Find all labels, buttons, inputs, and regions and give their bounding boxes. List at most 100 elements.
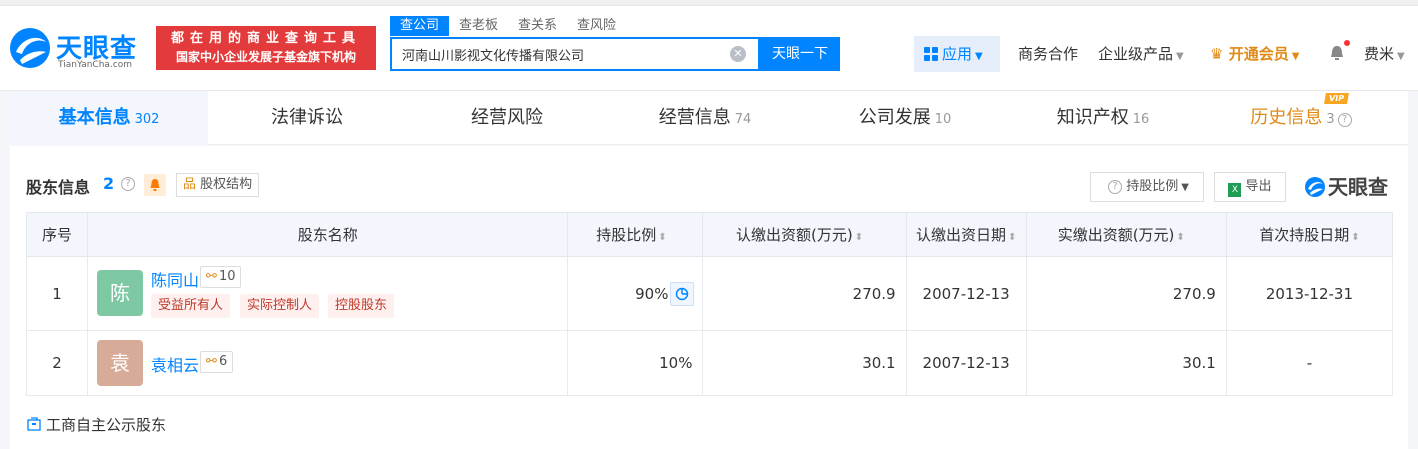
tab-label: 知识产权 bbox=[1056, 107, 1129, 128]
top-strip bbox=[0, 0, 1418, 6]
crown-icon: ♛ bbox=[1210, 45, 1224, 63]
tab-label: 经营风险 bbox=[471, 107, 543, 128]
help-icon[interactable]: ? bbox=[121, 177, 135, 191]
table-header-row: 序号 股东名称 持股比例 ⬍ 认缴出资额(万元) ⬍ 认缴出资日期 ⬍ 实缴出资额(万… bbox=[25, 212, 1394, 257]
col-header-first-date[interactable]: 首次持股日期 ⬍ bbox=[1225, 212, 1394, 257]
nav-vip[interactable]: ♛ 开通会员 ▼ bbox=[1210, 44, 1299, 67]
clear-icon[interactable]: ✕ bbox=[730, 46, 746, 62]
export-label: 导出 bbox=[1245, 179, 1272, 194]
row-subscribed-date: 2007-12-13 bbox=[905, 330, 1027, 396]
org-chart-icon: 品 bbox=[183, 177, 197, 192]
table-row: 1 陈 陈同山 ⚯ 10 受益所有人 实际控制人 控股股东 90% 270.9 2… bbox=[25, 256, 1394, 331]
row-subscribed-date: 2007-12-13 bbox=[905, 256, 1027, 331]
tab-basic-info[interactable]: 基本信息 302 bbox=[10, 91, 208, 145]
table-row: 2 袁 袁相云 ⚯ 6 10% 30.1 2007-12-13 30.1 - bbox=[25, 330, 1394, 396]
relation-count-badge[interactable]: ⚯ 10 bbox=[200, 266, 242, 288]
nav-user[interactable]: 费米 ▼ bbox=[1364, 44, 1405, 67]
tab-search-risk[interactable]: 查风险 bbox=[567, 16, 626, 36]
row-first-date: - bbox=[1225, 330, 1394, 396]
shareholder-name-link[interactable]: 陈同山 bbox=[151, 267, 199, 291]
help-icon: ? bbox=[1108, 180, 1123, 194]
search-button[interactable]: 天眼一下 bbox=[760, 37, 840, 71]
bell-icon bbox=[150, 179, 160, 191]
relation-count-badge[interactable]: ⚯ 6 bbox=[200, 351, 234, 373]
equity-structure-button[interactable]: 品 股权结构 bbox=[176, 173, 260, 197]
relation-icon: ⚯ bbox=[206, 269, 217, 284]
sort-icon: ⬍ bbox=[1007, 232, 1017, 243]
shareholder-name-link[interactable]: 袁相云 bbox=[151, 352, 199, 376]
pie-chart-icon[interactable] bbox=[670, 281, 695, 306]
nav-enterprise[interactable]: 企业级产品 ▼ bbox=[1098, 44, 1184, 67]
nav-app-menu[interactable]: 应用 ▼ bbox=[914, 36, 1000, 72]
tab-history[interactable]: VIP 历史信息 3? bbox=[1202, 91, 1400, 145]
nav-business[interactable]: 商务合作 bbox=[1018, 44, 1078, 64]
tab-legal[interactable]: 法律诉讼 bbox=[208, 91, 406, 145]
excel-icon: X bbox=[1228, 183, 1242, 197]
equity-structure-label: 股权结构 bbox=[200, 177, 253, 192]
row-paid: 30.1 bbox=[1025, 330, 1227, 396]
ratio-filter-button[interactable]: ? 持股比例 ▼ bbox=[1090, 172, 1204, 202]
sort-icon: ⬍ bbox=[854, 232, 864, 243]
logo-domain: TianYanCha.com bbox=[58, 60, 133, 70]
tag-controlling-shareholder: 控股股东 bbox=[328, 294, 395, 318]
tab-count: 3 bbox=[1326, 112, 1335, 127]
tab-business-info[interactable]: 经营信息 74 bbox=[606, 91, 804, 145]
relation-count: 6 bbox=[218, 354, 228, 369]
bell-icon[interactable] bbox=[1328, 44, 1346, 62]
public-shareholder-link[interactable]: 工商自主公示股东 bbox=[26, 414, 166, 435]
monitor-button[interactable] bbox=[144, 174, 166, 196]
tab-count: 16 bbox=[1132, 112, 1150, 127]
nav-app-label: 应用 bbox=[942, 45, 973, 63]
logo-swirl-icon bbox=[1305, 177, 1325, 197]
logo[interactable]: 天眼查 TianYanCha.com bbox=[8, 26, 148, 72]
col-header-label: 持股比例 bbox=[596, 226, 657, 244]
chevron-down-icon: ▼ bbox=[1181, 182, 1189, 193]
tab-label: 历史信息 bbox=[1250, 107, 1323, 128]
logo-swirl-icon bbox=[10, 28, 50, 68]
col-header-subscribed-date[interactable]: 认缴出资日期 ⬍ bbox=[905, 212, 1027, 257]
row-paid: 270.9 bbox=[1025, 256, 1227, 331]
slogan-line-1: 都在用的商业查询工具 bbox=[170, 31, 361, 46]
col-header-ratio[interactable]: 持股比例 ⬍ bbox=[567, 212, 704, 257]
row-ratio: 10% bbox=[567, 330, 704, 396]
row-first-date: 2013-12-31 bbox=[1225, 256, 1394, 331]
tab-count: 302 bbox=[134, 112, 160, 127]
col-header-paid[interactable]: 实缴出资额(万元) ⬍ bbox=[1025, 212, 1227, 257]
col-header-subscribed[interactable]: 认缴出资额(万元) ⬍ bbox=[702, 212, 907, 257]
relation-count: 10 bbox=[218, 269, 236, 284]
tag-beneficial-owner: 受益所有人 bbox=[151, 294, 231, 318]
tab-search-relation[interactable]: 查关系 bbox=[508, 16, 567, 36]
row-no: 1 bbox=[25, 256, 89, 331]
sort-icon: ⬍ bbox=[658, 232, 667, 243]
tab-search-company[interactable]: 查公司 bbox=[390, 16, 450, 36]
brand-watermark: 天眼查 bbox=[1304, 172, 1388, 202]
tab-development[interactable]: 公司发展 10 bbox=[806, 91, 1004, 145]
tab-label: 公司发展 bbox=[858, 107, 931, 128]
tab-label: 基本信息 bbox=[58, 107, 131, 128]
grid-icon bbox=[924, 47, 938, 61]
tab-ip[interactable]: 知识产权 16 bbox=[1004, 91, 1202, 145]
notification-dot bbox=[1344, 40, 1350, 46]
slogan-line-2: 国家中小企业发展子基金旗下机构 bbox=[175, 50, 356, 64]
col-header-label: 实缴出资额(万元) bbox=[1057, 226, 1175, 244]
tab-search-boss[interactable]: 查老板 bbox=[449, 16, 508, 36]
export-button[interactable]: X 导出 bbox=[1214, 172, 1286, 202]
top-header: 天眼查 TianYanCha.com 都在用的商业查询工具 国家中小企业发展子基… bbox=[0, 0, 1418, 91]
tab-business-risk[interactable]: 经营风险 bbox=[408, 91, 606, 145]
slogan-banner: 都在用的商业查询工具 国家中小企业发展子基金旗下机构 bbox=[156, 26, 376, 70]
chevron-down-icon: ▼ bbox=[975, 51, 983, 62]
row-subscribed: 270.9 bbox=[702, 256, 907, 331]
chevron-down-icon: ▼ bbox=[1291, 51, 1300, 62]
search-box: ✕ bbox=[390, 37, 760, 71]
ratio-value: 90% bbox=[635, 284, 669, 303]
relation-icon: ⚯ bbox=[206, 354, 217, 369]
help-icon[interactable]: ? bbox=[1337, 113, 1352, 127]
brand-text: 天眼查 bbox=[1328, 175, 1388, 199]
search-input[interactable] bbox=[392, 39, 722, 69]
avatar: 陈 bbox=[97, 270, 144, 316]
vip-badge: VIP bbox=[1323, 93, 1349, 104]
row-subscribed: 30.1 bbox=[702, 330, 907, 396]
search-type-tabs: 查公司 查老板 查关系 查风险 bbox=[390, 16, 626, 36]
nav-vip-label: 开通会员 bbox=[1228, 45, 1289, 63]
sort-icon: ⬍ bbox=[1176, 232, 1185, 243]
